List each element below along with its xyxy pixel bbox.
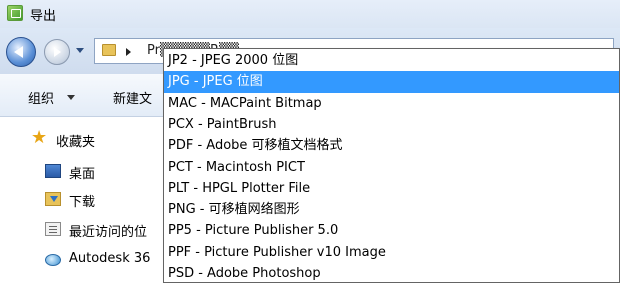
title-bar: 导出 [0,0,620,28]
file-type-option[interactable]: PPF - Picture Publisher v10 Image [164,242,619,263]
sidebar-item-recent-places[interactable]: 最近访问的位 [0,217,165,243]
sidebar-item-label: 桌面 [69,167,96,182]
sidebar-item-downloads[interactable]: 下载 [0,187,165,213]
desktop-icon [45,164,61,178]
navigation-pane: ★ 收藏夹 桌面 下载 最近访问的位 Autodesk 36 [0,117,165,283]
new-folder-button[interactable]: 新建文 [113,88,152,107]
sidebar-item-label: 收藏夹 [56,135,96,150]
sidebar-item-desktop[interactable]: 桌面 [0,159,165,185]
back-button[interactable] [6,37,36,67]
sidebar-item-autodesk[interactable]: Autodesk 36 [0,247,165,273]
sidebar-item-favorites[interactable]: ★ 收藏夹 [0,127,165,153]
app-icon [7,5,23,21]
organize-button[interactable]: 组织 [28,88,54,107]
forward-button[interactable] [44,39,70,65]
sidebar-item-label: 最近访问的位 [69,225,148,240]
folder-icon [102,44,116,56]
recent-locations-dropdown[interactable] [76,48,84,53]
download-folder-icon [45,192,61,206]
file-type-option[interactable]: JP2 - JPEG 2000 位图 [164,50,619,71]
file-type-dropdown-list[interactable]: JP2 - JPEG 2000 位图 JPG - JPEG 位图 MAC - M… [163,48,620,283]
file-type-option[interactable]: MAC - MACPaint Bitmap [164,93,619,114]
file-type-option[interactable]: PLT - HPGL Plotter File [164,178,619,199]
file-type-option-selected[interactable]: JPG - JPEG 位图 [164,71,619,93]
breadcrumb-chevron-icon[interactable] [126,48,131,56]
window-title: 导出 [30,9,57,24]
file-type-option[interactable]: PCX - PaintBrush [164,114,619,135]
file-type-option[interactable]: PP5 - Picture Publisher 5.0 [164,220,619,241]
star-icon: ★ [31,127,48,148]
sidebar-item-label: 下载 [69,195,96,210]
chevron-down-icon[interactable] [67,95,75,100]
recent-places-icon [45,222,61,236]
file-type-option[interactable]: PSD - Adobe Photoshop [164,263,619,282]
file-type-option[interactable]: PCT - Macintosh PICT [164,157,619,178]
file-type-option[interactable]: PNG - 可移植网络图形 [164,199,619,220]
autodesk-cloud-icon [45,254,61,266]
sidebar-item-label: Autodesk 36 [69,251,151,266]
file-type-option[interactable]: PDF - Adobe 可移植文档格式 [164,135,619,156]
